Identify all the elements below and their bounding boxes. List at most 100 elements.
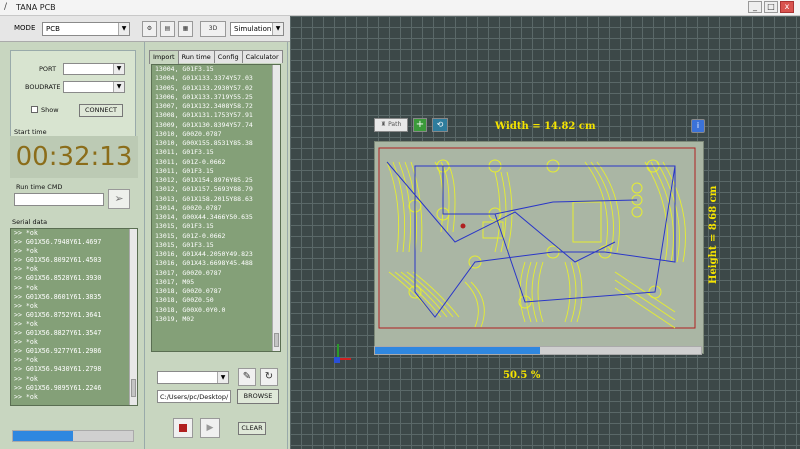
- minimize-button[interactable]: _: [748, 1, 762, 13]
- serial-log-line: >> G01X56.9277Y61.2986: [14, 347, 102, 356]
- stop-icon[interactable]: [173, 418, 193, 438]
- serial-log-line: >> *ok: [14, 301, 38, 310]
- pencil-icon[interactable]: ✎: [238, 368, 256, 386]
- mode-select[interactable]: PCB ▼: [42, 22, 130, 36]
- tab-calculator[interactable]: Calculator: [241, 50, 283, 63]
- port-select[interactable]: ▼: [63, 63, 125, 75]
- left-panel: PORT ▼ BOUDRATE ▼ Show CONNECT Start tim…: [4, 42, 144, 449]
- gcode-line[interactable]: 13019, M02: [152, 315, 280, 324]
- app-icon: ∕: [4, 2, 8, 12]
- window-title: TANA PCB: [16, 3, 56, 12]
- gcode-line[interactable]: 13014, G00Z0.0787: [152, 204, 280, 213]
- gcode-scroll-thumb[interactable]: [274, 333, 279, 347]
- gcode-line[interactable]: 13011, G01Z-0.0662: [152, 158, 280, 167]
- file-path-input[interactable]: C:/Users/pc/Desktop/: [157, 390, 231, 403]
- file-icon[interactable]: ▤: [160, 21, 175, 37]
- baudrate-label: BOUDRATE: [25, 83, 61, 91]
- run-time-cmd-input[interactable]: [14, 193, 104, 206]
- pcb-board-preview: [374, 141, 704, 354]
- gcode-line[interactable]: 13005, G01X133.2930Y57.02: [152, 84, 280, 93]
- gcode-line[interactable]: 13015, G01F3.15: [152, 222, 280, 231]
- serial-log-line: >> G01X56.8092Y61.4503: [14, 256, 102, 265]
- info-icon[interactable]: i: [691, 119, 705, 133]
- serial-log-line: >> *ok: [14, 265, 38, 274]
- refresh-icon[interactable]: ↻: [260, 368, 278, 386]
- gcode-line[interactable]: 13012, G01X157.5693Y88.79: [152, 185, 280, 194]
- gcode-line[interactable]: 13018, G00X0.0Y0.0: [152, 306, 280, 315]
- gcode-scrollbar[interactable]: [272, 65, 280, 351]
- path-label: Path: [388, 121, 402, 128]
- browse-button[interactable]: BROWSE: [237, 389, 279, 404]
- run-mode-select[interactable]: Simulation ▼: [230, 22, 284, 36]
- play-icon[interactable]: ▶: [200, 418, 220, 438]
- tab-config[interactable]: Config: [213, 50, 243, 63]
- connect-button[interactable]: CONNECT: [79, 104, 123, 117]
- serial-log-line: >> *ok: [14, 283, 38, 292]
- tab-run-time[interactable]: Run time: [177, 50, 215, 63]
- machine-icon[interactable]: ⚙: [142, 21, 157, 37]
- gcode-line[interactable]: 13012, G01X154.8976Y85.25: [152, 176, 280, 185]
- serial-data-label: Serial data: [12, 218, 48, 226]
- path-button[interactable]: ♜ Path: [374, 118, 408, 132]
- gcode-line[interactable]: 13018, G00Z0.50: [152, 296, 280, 305]
- gcode-line[interactable]: 13016, G01X44.2050Y49.823: [152, 250, 280, 259]
- tab-import[interactable]: Import: [149, 50, 179, 64]
- serial-log-line: >> G01X56.7948Y61.4697: [14, 238, 102, 247]
- gcode-line[interactable]: 13017, M05: [152, 278, 280, 287]
- gcode-line[interactable]: 13011, G01F3.15: [152, 148, 280, 157]
- serial-log-line: >> G01X56.9430Y61.2798: [14, 365, 102, 374]
- serial-data-log: >> *ok >> G01X56.7948Y61.4697 >> *ok >> G01…: [10, 228, 138, 406]
- gcode-line[interactable]: 13010, G00Z0.0787: [152, 130, 280, 139]
- path-icon: ♜: [380, 121, 387, 128]
- baudrate-select[interactable]: ▼: [63, 81, 125, 93]
- gcode-line[interactable]: 13006, G01X133.3719Y55.25: [152, 93, 280, 102]
- tool-path: [386, 161, 676, 318]
- tab-bar: Import Run time Config Calculator: [149, 50, 283, 64]
- gcode-line[interactable]: 13008, G01X131.1753Y57.91: [152, 111, 280, 120]
- gcode-line[interactable]: 13016, G01X43.6698Y45.488: [152, 259, 280, 268]
- pcb-toolpath-drawing: [378, 147, 696, 329]
- send-icon[interactable]: ➢: [108, 189, 130, 209]
- gcode-line[interactable]: 13015, G01Z-0.0662: [152, 232, 280, 241]
- pcb-viewer[interactable]: ♜ Path + ⟲ i Width = 14.82 cm Height = 8…: [290, 16, 800, 449]
- serial-scroll-thumb[interactable]: [131, 379, 136, 397]
- job-progress-bar: [374, 346, 702, 355]
- gcode-line[interactable]: 13017, G00Z0.0787: [152, 269, 280, 278]
- title-bar: ∕ TANA PCB _ □ x: [0, 0, 800, 16]
- gcode-line[interactable]: 13014, G00X44.3466Y50.635: [152, 213, 280, 222]
- gcode-line[interactable]: 13015, G01F3.15: [152, 241, 280, 250]
- close-button[interactable]: x: [780, 1, 794, 13]
- height-label: Height = 8.68 cm: [708, 185, 719, 284]
- gcode-line[interactable]: 13007, G01X132.3408Y58.72: [152, 102, 280, 111]
- serial-log-line: >> *ok: [14, 374, 38, 383]
- job-progress-percent: 50.5 %: [503, 370, 541, 381]
- gcode-list: 13004, G01F3.15 13004, G01X133.3374Y57.03…: [151, 64, 281, 352]
- gcode-line[interactable]: 13010, G00X155.8531Y85.38: [152, 139, 280, 148]
- serial-log-line: >> G01X56.9895Y61.2246: [14, 383, 102, 392]
- view-3d-button[interactable]: 3D: [200, 21, 226, 37]
- serial-log-line: >> *ok: [14, 356, 38, 365]
- chevron-down-icon: ▼: [113, 64, 124, 74]
- run-time-cmd-label: Run time CMD: [16, 183, 63, 191]
- gcode-line[interactable]: 13013, G01X158.2015Y88.63: [152, 195, 280, 204]
- run-mode-select-value: Simulation: [234, 25, 272, 33]
- serial-scrollbar[interactable]: [129, 229, 137, 405]
- show-label: Show: [41, 106, 59, 114]
- gcode-line[interactable]: 13009, G01X130.8394Y57.74: [152, 121, 280, 130]
- serial-log-line: >> *ok: [14, 229, 38, 237]
- gcode-line[interactable]: 13011, G01F3.15: [152, 167, 280, 176]
- start-time-label: Start time: [14, 128, 47, 136]
- gcode-line[interactable]: 13004, G01F3.15: [152, 65, 280, 74]
- clear-button[interactable]: CLEAR: [238, 422, 266, 435]
- serial-log-line: >> *ok: [14, 338, 38, 347]
- gcode-line[interactable]: 13018, G00Z0.0787: [152, 287, 280, 296]
- add-icon[interactable]: +: [413, 118, 427, 132]
- mode-label: MODE: [14, 24, 36, 32]
- width-label: Width = 14.82 cm: [495, 121, 596, 132]
- layers-icon[interactable]: ▦: [178, 21, 193, 37]
- file-select[interactable]: ▼: [157, 371, 229, 384]
- show-checkbox[interactable]: [31, 106, 38, 113]
- fit-view-icon[interactable]: ⟲: [432, 118, 448, 132]
- maximize-button[interactable]: □: [764, 1, 778, 13]
- gcode-line[interactable]: 13004, G01X133.3374Y57.03: [152, 74, 280, 83]
